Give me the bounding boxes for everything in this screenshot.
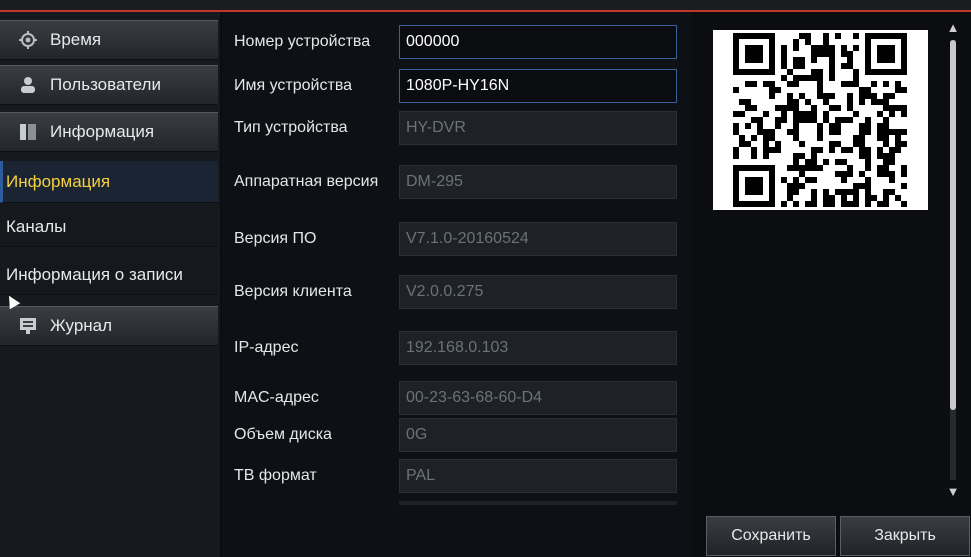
sidebar-item-log[interactable]: Журнал <box>0 306 218 346</box>
sidebar: Время Пользователи Информация Информация… <box>0 12 220 557</box>
software-version-field: V7.1.0-20160524 <box>399 222 677 256</box>
field-label: Объем диска <box>234 426 332 443</box>
tv-format-field: PAL <box>399 459 677 493</box>
sidebar-item-information[interactable]: Информация <box>0 112 218 152</box>
form-row-device-type: Тип устройства HY-DVR <box>234 111 677 145</box>
next-field-edge <box>399 501 677 505</box>
form-row-hardware-version: Аппаратная версия DM-295 <box>234 165 677 199</box>
sidebar-item-label: Журнал <box>50 316 113 335</box>
sidebar-item-time[interactable]: Время <box>0 20 218 60</box>
device-name-field[interactable]: 1080P-HY16N <box>399 69 677 103</box>
client-version-field: V2.0.0.275 <box>399 275 677 309</box>
form-row-tv-format: ТВ формат PAL <box>234 459 677 493</box>
top-bar <box>0 0 971 12</box>
sidebar-subitem-record-info[interactable]: Информация о записи <box>0 255 218 295</box>
qr-code-icon <box>733 33 907 207</box>
scroll-up-arrow-icon[interactable]: ▲ <box>943 20 963 36</box>
sidebar-subitem-channels[interactable]: Каналы <box>0 207 218 247</box>
sidebar-item-label: Время <box>50 30 102 49</box>
field-label: Тип устройства <box>234 119 348 136</box>
sidebar-item-label: Информация <box>50 122 155 141</box>
field-label: Номер устройства <box>234 33 371 50</box>
form-row-device-number: Номер устройства 000000 <box>234 25 677 59</box>
hardware-version-field: DM-295 <box>399 165 677 199</box>
sidebar-subitem-information[interactable]: Информация <box>0 161 218 203</box>
info-form: Номер устройства 000000 Имя устройства 1… <box>222 12 692 557</box>
field-label: Версия клиента <box>234 283 352 300</box>
form-row-ip-address: IP-адрес 192.168.0.103 <box>234 331 677 365</box>
log-icon <box>20 318 36 334</box>
form-row-client-version: Версия клиента V2.0.0.275 <box>234 275 677 309</box>
sidebar-item-label: Пользователи <box>50 75 161 94</box>
scroll-thumb[interactable] <box>950 40 956 410</box>
qr-code <box>713 30 928 210</box>
close-button[interactable]: Закрыть <box>840 516 970 556</box>
scroll-down-arrow-icon[interactable]: ▼ <box>943 484 963 500</box>
device-type-field: HY-DVR <box>399 111 677 145</box>
user-icon <box>21 77 35 93</box>
device-number-field[interactable]: 000000 <box>399 25 677 59</box>
ip-address-field: 192.168.0.103 <box>399 331 677 365</box>
sidebar-item-users[interactable]: Пользователи <box>0 65 218 105</box>
info-icon <box>20 124 36 140</box>
sidebar-subitem-label: Каналы <box>6 216 67 236</box>
scrollbar[interactable]: ▲ ▼ <box>943 20 963 500</box>
mac-address-field: 00-23-63-68-60-D4 <box>399 381 677 415</box>
field-label: IP-адрес <box>234 339 299 356</box>
disk-size-field: 0G <box>399 418 677 452</box>
save-button[interactable]: Сохранить <box>706 516 836 556</box>
form-row-mac-address: MAC-адрес 00-23-63-68-60-D4 <box>234 381 677 415</box>
sidebar-subitem-label: Информация <box>6 171 111 191</box>
field-label: Имя устройства <box>234 77 353 94</box>
form-row-software-version: Версия ПО V7.1.0-20160524 <box>234 222 677 256</box>
form-row-disk-size: Объем диска 0G <box>234 418 677 452</box>
field-label: Аппаратная версия <box>234 173 379 190</box>
field-label: ТВ формат <box>234 467 317 484</box>
field-label: Версия ПО <box>234 230 317 247</box>
field-label: MAC-адрес <box>234 389 319 406</box>
form-row-device-name: Имя устройства 1080P-HY16N <box>234 69 677 103</box>
gear-icon <box>19 31 37 49</box>
scroll-track[interactable] <box>950 40 956 480</box>
sidebar-subitem-label: Информация о записи <box>6 264 183 284</box>
